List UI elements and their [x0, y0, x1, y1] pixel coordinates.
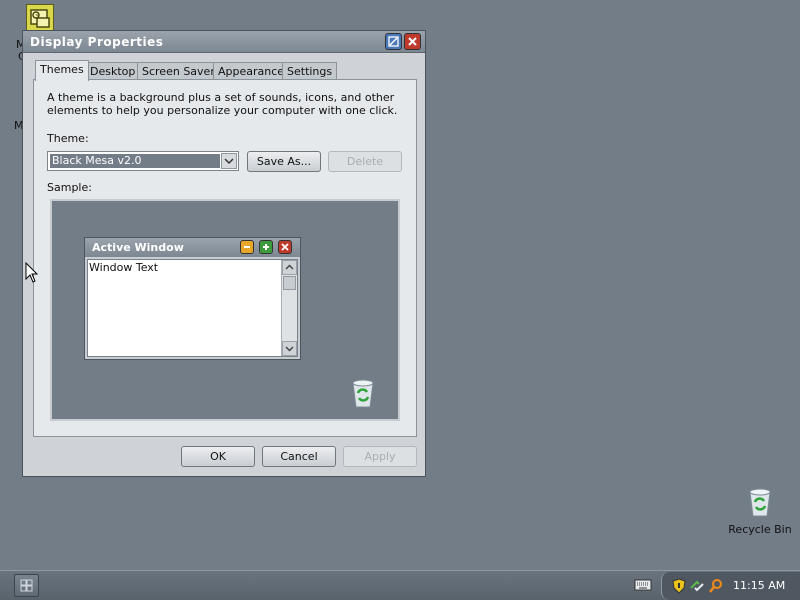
sample-scrollbar: [281, 260, 297, 356]
sample-window-body: Window Text: [87, 259, 298, 357]
theme-selected-value: Black Mesa v2.0: [50, 154, 220, 168]
help-icon: [388, 36, 399, 47]
taskbar-clock[interactable]: 11:15 AM: [733, 579, 785, 592]
sample-label: Sample:: [47, 181, 92, 194]
theme-description: A theme is a background plus a set of so…: [47, 91, 398, 117]
scroll-up-icon: [282, 260, 297, 275]
sample-title-bar: Active Window: [85, 238, 300, 257]
apply-button[interactable]: Apply: [343, 446, 417, 467]
close-button[interactable]: [404, 33, 421, 50]
theme-sample-preview: Active Window Window Text: [50, 199, 400, 421]
tab-appearance[interactable]: Appearance: [213, 62, 290, 80]
theme-label: Theme:: [47, 132, 89, 145]
desktop-recycle-bin[interactable]: Recycle Bin: [720, 486, 800, 536]
tab-themes[interactable]: Themes: [35, 60, 89, 81]
network-icon[interactable]: [689, 578, 705, 597]
desktop-shortcut-icon[interactable]: [26, 4, 54, 32]
start-icon: [20, 579, 33, 592]
scroll-down-icon: [282, 341, 297, 356]
security-shield-icon[interactable]: [672, 578, 686, 597]
sample-recycle-bin-icon: [348, 377, 378, 412]
keyboard-icon[interactable]: [634, 578, 652, 595]
close-icon: [408, 37, 417, 46]
window-title: Display Properties: [30, 35, 164, 49]
mouse-pointer-icon: [25, 261, 39, 287]
display-properties-window: Display Properties Themes Desktop Screen…: [22, 30, 426, 477]
chevron-down-icon: [224, 158, 234, 165]
dropdown-arrow[interactable]: [221, 153, 237, 169]
tab-settings[interactable]: Settings: [282, 62, 338, 80]
cancel-button[interactable]: Cancel: [262, 446, 336, 467]
sample-minimize-icon: [240, 240, 254, 254]
theme-dropdown[interactable]: Black Mesa v2.0: [47, 151, 239, 171]
system-tray: 11:15 AM: [661, 572, 800, 600]
delete-button[interactable]: Delete: [328, 151, 402, 172]
sample-maximize-icon: [259, 240, 273, 254]
scroll-thumb: [283, 276, 296, 290]
sample-window-text: Window Text: [89, 261, 159, 274]
ok-button[interactable]: OK: [181, 446, 255, 467]
themes-panel: A theme is a background plus a set of so…: [33, 79, 417, 437]
sample-active-window: Active Window Window Text: [84, 237, 301, 360]
tab-screen-saver[interactable]: Screen Saver: [137, 62, 220, 80]
title-bar[interactable]: Display Properties: [23, 31, 425, 53]
tab-desktop[interactable]: Desktop: [85, 62, 141, 80]
taskbar: 11:15 AM: [0, 570, 800, 600]
save-as-button[interactable]: Save As...: [247, 151, 321, 172]
recycle-bin-icon: [749, 488, 771, 517]
help-button[interactable]: [385, 33, 402, 50]
sample-window-title: Active Window: [92, 241, 184, 254]
sample-close-icon: [278, 240, 292, 254]
search-icon[interactable]: [708, 578, 724, 597]
recycle-bin-label: Recycle Bin: [728, 523, 792, 536]
start-button[interactable]: [14, 574, 39, 597]
